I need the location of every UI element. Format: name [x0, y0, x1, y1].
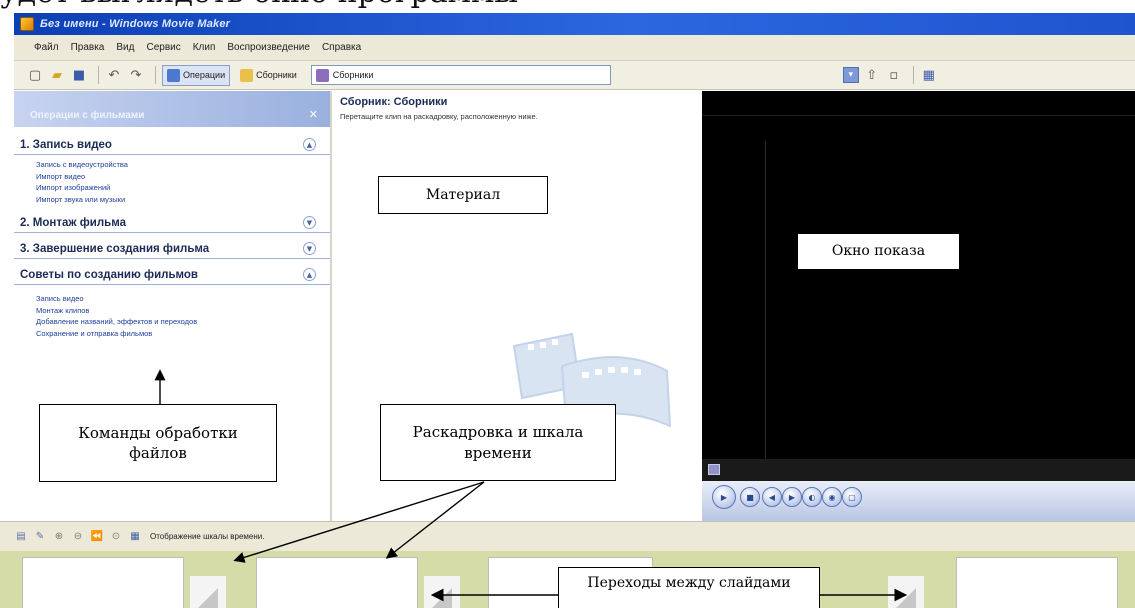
callout-file-commands: Команды обработки файлов	[39, 404, 277, 482]
fullscreen-icon[interactable]: ▢	[842, 487, 862, 507]
menu-clip[interactable]: Клип	[193, 42, 216, 53]
storyboard-toolbar: ▤ ✎ ⊕ ⊖ ⏪ ⊙ ▦ Отображение шкалы времени.	[0, 521, 1135, 551]
audio-levels-icon[interactable]: ✎	[33, 530, 47, 544]
menu-bar: Файл Правка Вид Сервис Клип Воспроизведе…	[14, 35, 1135, 61]
menu-file[interactable]: Файл	[34, 42, 59, 53]
tasks-icon	[167, 68, 180, 82]
stop-icon[interactable]: ■	[740, 487, 760, 507]
monitor-divider	[765, 141, 766, 461]
undo-icon[interactable]: ↶	[105, 66, 123, 84]
save-project-icon[interactable]: ■	[70, 66, 88, 84]
chevron-up-icon[interactable]: ▲	[303, 268, 316, 281]
section-title: 2. Монтаж фильма	[20, 216, 126, 229]
section-finish-movie[interactable]: 3. Завершение создания фильма ▼	[14, 239, 330, 259]
snapshot-icon[interactable]: ◉	[822, 487, 842, 507]
tasks-pane-header: Операции с фильмами ✕	[14, 91, 330, 127]
menu-playback[interactable]: Воспроизведение	[227, 42, 310, 53]
collections-icon	[240, 68, 254, 82]
task-link[interactable]: Импорт видео	[36, 171, 330, 183]
section-capture-video[interactable]: 1. Запись видео ▲	[14, 135, 330, 155]
zoom-in-icon[interactable]: ⊕	[52, 530, 66, 544]
monitor-divider	[702, 115, 1135, 116]
collection-folder-icon	[315, 68, 329, 82]
toolbar-separator	[155, 66, 156, 84]
tasks-button-label: Операции	[183, 70, 226, 80]
new-project-icon[interactable]: ▢	[26, 66, 44, 84]
toolbar-separator	[912, 66, 914, 84]
task-link[interactable]: Запись видео	[36, 293, 330, 305]
play-icon[interactable]: ▶	[712, 485, 736, 509]
movie-tips-links: Запись видео Монтаж клипов Добавление на…	[14, 285, 330, 345]
toolbar: ▢ ▰ ■ ↶ ↷ Операции Сборники Сборники ▾ ⇧…	[14, 61, 1135, 90]
app-icon	[20, 17, 34, 31]
chevron-down-icon[interactable]: ▾	[842, 67, 859, 83]
tasks-button[interactable]: Операции	[162, 64, 231, 86]
previous-frame-icon[interactable]: ◀	[762, 487, 782, 507]
task-link[interactable]: Импорт звука или музыки	[36, 194, 330, 206]
views-icon[interactable]: ▦	[920, 66, 938, 84]
chevron-up-icon[interactable]: ▲	[303, 138, 316, 151]
cropped-page-text: удет выглядеть окно программы	[0, 0, 1135, 13]
menu-help[interactable]: Справка	[322, 42, 361, 53]
close-icon[interactable]: ✕	[309, 108, 318, 121]
collection-hint: Перетащите клип на раскадровку, располож…	[340, 112, 538, 121]
zoom-out-icon[interactable]: ⊖	[71, 530, 85, 544]
transition-slot[interactable]	[424, 576, 460, 608]
task-link[interactable]: Импорт изображений	[36, 182, 330, 194]
show-timeline-label[interactable]: Отображение шкалы времени.	[150, 532, 264, 541]
timeline-toggle-icon[interactable]: ▦	[128, 530, 142, 544]
movie-maker-window: удет выглядеть окно программы Без имени …	[0, 0, 1135, 608]
up-level-icon[interactable]: ⇧	[863, 66, 881, 84]
next-frame-icon[interactable]: ▶	[782, 487, 802, 507]
capture-video-links: Запись с видеоустройства Импорт видео Им…	[14, 155, 330, 211]
section-title: 3. Завершение создания фильма	[20, 242, 210, 255]
playback-controls: ▶ ■ ◀ ▶ ◐ ◉ ▢	[702, 481, 1135, 521]
storyboard-frame[interactable]	[22, 557, 184, 608]
new-collection-icon[interactable]: ▫	[885, 66, 903, 84]
play-storyboard-icon[interactable]: ⊙	[109, 530, 123, 544]
collection-select-value: Сборники	[332, 70, 374, 80]
open-project-icon[interactable]: ▰	[48, 66, 66, 84]
storyboard-frame[interactable]	[256, 557, 418, 608]
collections-button-label: Сборники	[256, 70, 297, 80]
storyboard-frame[interactable]	[956, 557, 1118, 608]
task-link[interactable]: Монтаж клипов	[36, 305, 330, 317]
menu-view[interactable]: Вид	[116, 42, 134, 53]
chevron-down-icon[interactable]: ▼	[303, 242, 316, 255]
section-title: 1. Запись видео	[20, 138, 112, 151]
split-clip-icon[interactable]: ◐	[802, 487, 822, 507]
seek-bar[interactable]	[702, 459, 1135, 481]
menu-tools[interactable]: Сервис	[146, 42, 180, 53]
callout-storyboard-timeline: Раскадровка и шкала времени	[380, 404, 616, 481]
window-title: Без имени - Windows Movie Maker	[40, 18, 231, 30]
section-title: Советы по созданию фильмов	[20, 268, 198, 281]
callout-transitions: Переходы между слайдами	[558, 567, 820, 608]
collection-select[interactable]: Сборники	[310, 65, 611, 85]
seek-thumb[interactable]	[708, 464, 720, 475]
callout-preview-window: Окно показа	[797, 233, 960, 270]
toolbar-separator	[98, 66, 99, 84]
menu-edit[interactable]: Правка	[71, 42, 105, 53]
redo-icon[interactable]: ↷	[127, 66, 145, 84]
section-edit-movie[interactable]: 2. Монтаж фильма ▼	[14, 213, 330, 233]
chevron-down-icon[interactable]: ▼	[303, 216, 316, 229]
collection-title: Сборник: Сборники	[340, 96, 448, 108]
transition-slot[interactable]	[190, 576, 226, 608]
section-movie-tips[interactable]: Советы по созданию фильмов ▲	[14, 265, 330, 285]
rewind-storyboard-icon[interactable]: ⏪	[90, 530, 104, 544]
transition-slot[interactable]	[888, 576, 924, 608]
task-link[interactable]: Запись с видеоустройства	[36, 159, 330, 171]
preview-monitor: ▶ ■ ◀ ▶ ◐ ◉ ▢	[702, 91, 1135, 521]
callout-material: Материал	[378, 176, 548, 214]
task-link[interactable]: Сохранение и отправка фильмов	[36, 328, 330, 340]
tasks-pane-title: Операции с фильмами	[30, 110, 145, 121]
narration-icon[interactable]: ▤	[14, 530, 28, 544]
cropped-text-line: удет выглядеть окно программы	[0, 0, 518, 8]
task-link[interactable]: Добавление названий, эффектов и переходо…	[36, 316, 330, 328]
collections-button[interactable]: Сборники	[235, 65, 302, 86]
title-bar[interactable]: Без имени - Windows Movie Maker	[14, 13, 1135, 35]
